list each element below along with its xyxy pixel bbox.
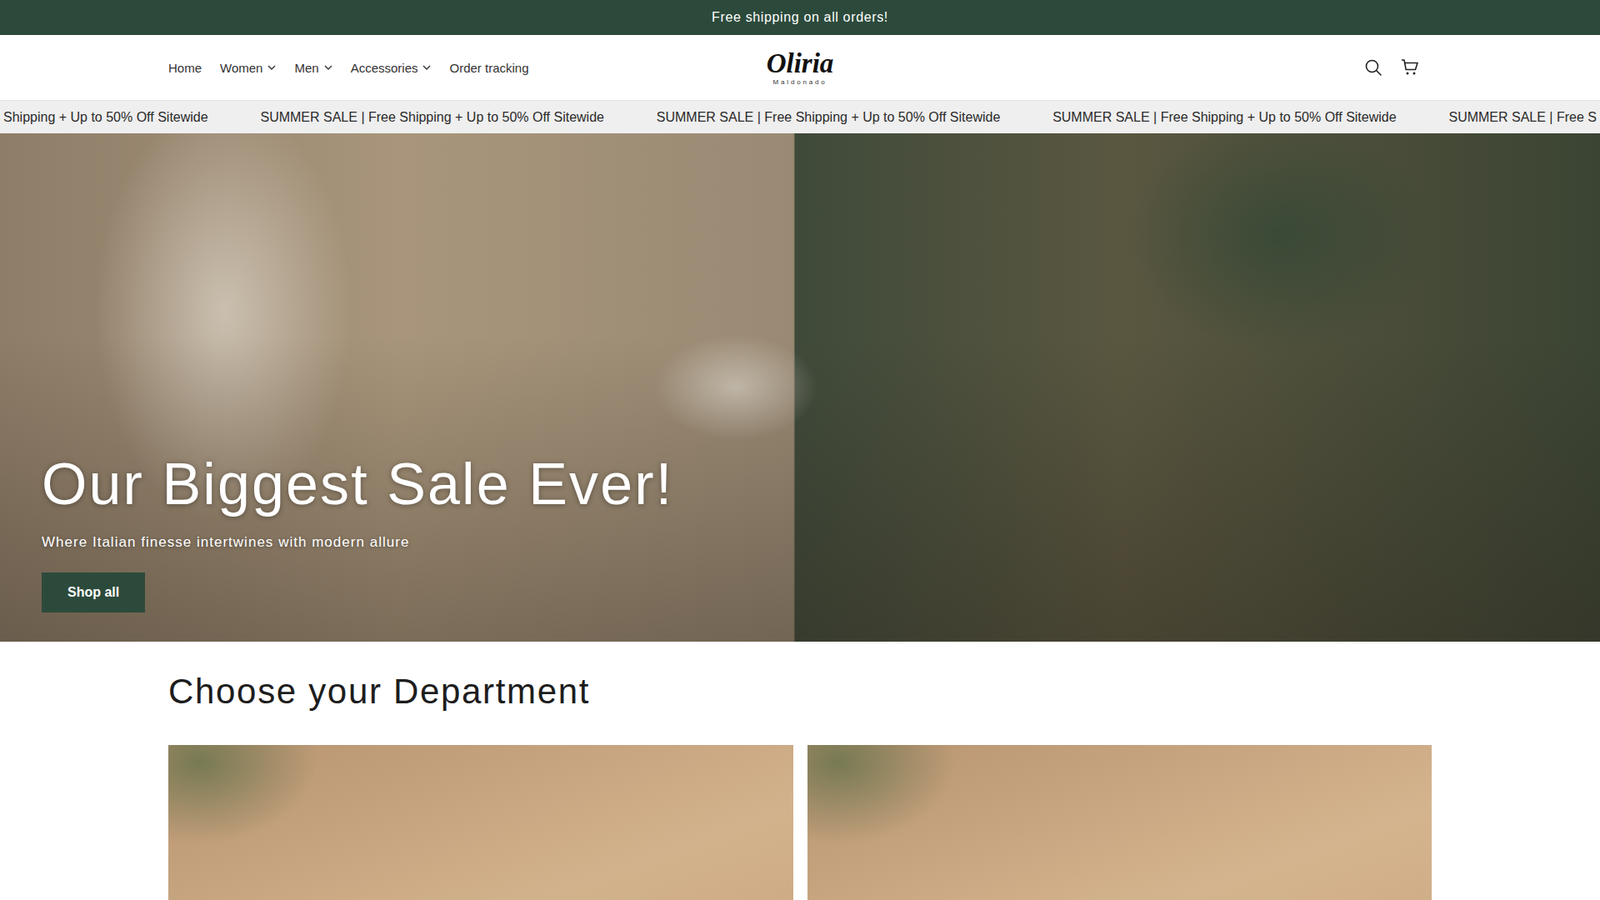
nav-item[interactable]: Order tracking — [449, 60, 529, 75]
header-actions — [833, 57, 1432, 78]
logo-tagline: Maldonado — [773, 79, 828, 86]
departments-title: Choose your Department — [168, 671, 1432, 712]
marquee-item: SUMMER SALE | Free Shipping + Up to 50% … — [656, 110, 1001, 125]
hero-title: Our Biggest Sale Ever! — [41, 449, 674, 520]
marquee-item: SUMMER SALE | Free Shipping + Up to 50% … — [1052, 110, 1397, 125]
chevron-down-icon — [422, 65, 431, 70]
announcement-text: Free shipping on all orders! — [711, 10, 889, 25]
hero-banner: Our Biggest Sale Ever! Where Italian fine… — [0, 133, 1600, 642]
nav-item[interactable]: Men — [294, 60, 332, 75]
sale-marquee: Shipping + Up to 50% Off Sitewide SUMMER … — [0, 100, 1600, 134]
men-department-card[interactable] — [168, 745, 794, 900]
marquee-item: SUMMER SALE | Free S — [1448, 110, 1597, 125]
shop-all-button[interactable]: Shop all — [41, 572, 145, 613]
nav-item[interactable]: Women — [220, 60, 276, 75]
search-icon[interactable] — [1363, 57, 1384, 78]
cart-icon[interactable] — [1400, 57, 1420, 78]
marquee-item: Shipping + Up to 50% Off Sitewide — [3, 110, 209, 125]
women-department-card[interactable] — [807, 745, 1433, 900]
marquee-item: SUMMER SALE | Free Shipping + Up to 50% … — [260, 110, 605, 125]
chevron-down-icon — [267, 65, 276, 70]
chevron-down-icon — [324, 65, 333, 70]
main-nav: Home Women Men Accessories Order tracking — [168, 60, 767, 75]
nav-item[interactable]: Accessories — [350, 60, 432, 75]
nav-item[interactable]: Home — [168, 60, 202, 75]
departments-section: Choose your Department — [168, 641, 1432, 900]
logo[interactable]: OliriaMaldonado — [766, 50, 835, 86]
hero-subtitle: Where Italian finesse intertwines with m… — [41, 534, 410, 551]
store-page: Free shipping on all orders! Home Women Men… — [0, 0, 1600, 900]
logo-name: Oliria — [766, 50, 835, 78]
site-header: Home Women Men Accessories Order tracking Oli… — [0, 35, 1600, 101]
announcement-bar: Free shipping on all orders! — [0, 0, 1600, 35]
department-grid — [168, 745, 1432, 900]
